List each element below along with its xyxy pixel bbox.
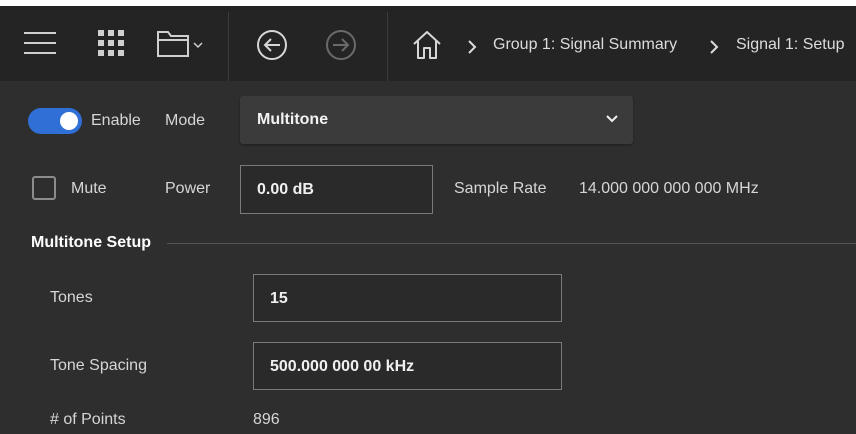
home-icon[interactable] <box>410 28 444 62</box>
toolbar-divider <box>387 12 388 87</box>
menu-icon[interactable] <box>22 28 58 58</box>
mode-select-value: Multitone <box>257 111 329 128</box>
forward-icon[interactable] <box>324 28 358 62</box>
mute-label: Mute <box>71 180 107 197</box>
power-input[interactable]: 0.00 dB <box>240 165 433 214</box>
chevron-down-icon <box>606 115 618 123</box>
chevron-right-icon <box>468 40 477 54</box>
tone-spacing-value: 500.000 000 00 kHz <box>270 358 415 375</box>
toolbar: Group 1: Signal Summary Signal 1: Setup <box>0 0 856 87</box>
tones-value: 15 <box>270 290 288 307</box>
back-icon[interactable] <box>255 28 289 62</box>
sample-rate-label: Sample Rate <box>454 180 547 197</box>
enable-toggle[interactable] <box>28 108 82 134</box>
power-value: 0.00 dB <box>257 181 314 198</box>
points-label: # of Points <box>50 411 126 428</box>
tones-input[interactable]: 15 <box>253 274 562 322</box>
section-title-multitone: Multitone Setup <box>31 234 151 251</box>
mute-checkbox[interactable] <box>32 176 56 200</box>
toggle-knob <box>60 112 78 130</box>
tone-spacing-label: Tone Spacing <box>50 357 147 374</box>
chevron-right-icon <box>710 40 719 54</box>
toolbar-divider <box>228 12 229 87</box>
mode-label: Mode <box>165 112 206 129</box>
breadcrumb-item-group[interactable]: Group 1: Signal Summary <box>493 36 677 54</box>
section-divider <box>167 243 856 244</box>
breadcrumb-item-signal[interactable]: Signal 1: Setup <box>736 36 845 54</box>
folder-icon[interactable] <box>156 26 208 60</box>
apps-grid-icon[interactable] <box>94 26 128 60</box>
points-value: 896 <box>253 411 280 428</box>
enable-label: Enable <box>91 112 141 129</box>
tone-spacing-input[interactable]: 500.000 000 00 kHz <box>253 342 562 390</box>
tones-label: Tones <box>50 289 93 306</box>
mode-select[interactable]: Multitone <box>240 96 633 144</box>
sample-rate-value: 14.000 000 000 000 MHz <box>579 180 759 197</box>
power-label: Power <box>165 180 211 197</box>
